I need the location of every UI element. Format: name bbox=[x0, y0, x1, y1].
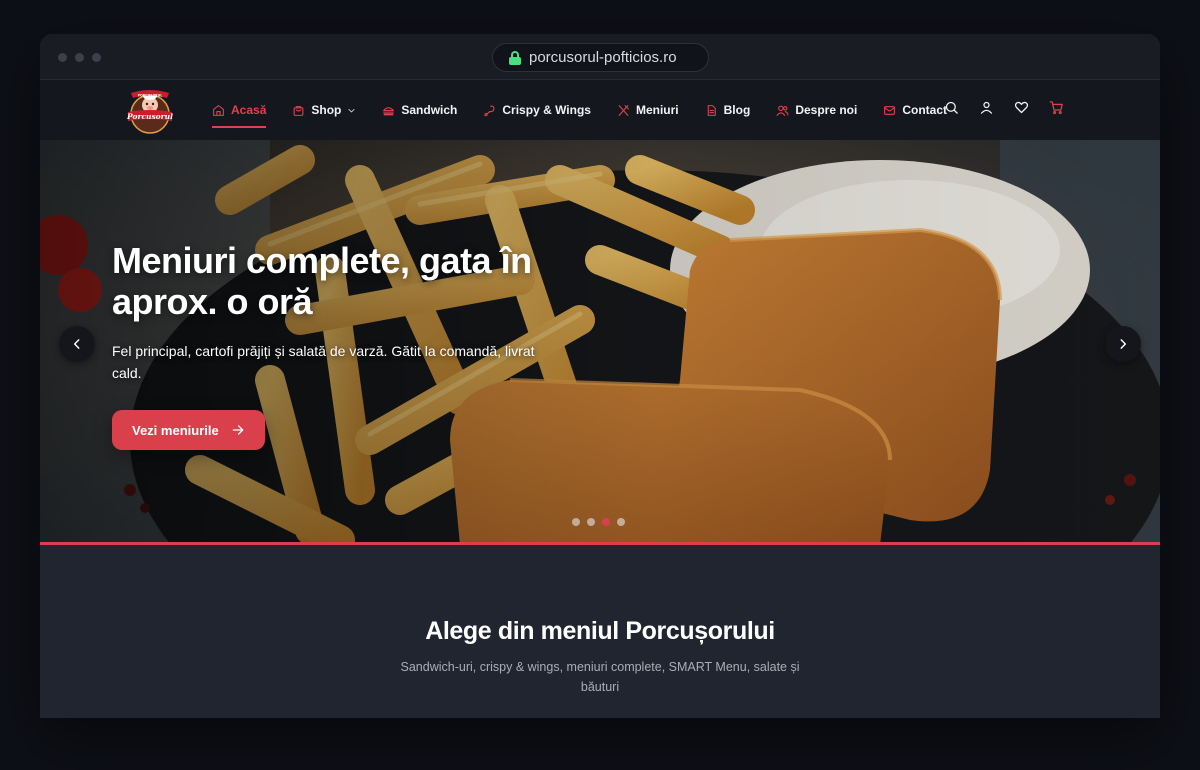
slider-dot-active[interactable] bbox=[602, 518, 610, 526]
view-menus-button[interactable]: Vezi meniurile bbox=[112, 410, 265, 450]
slider-dot[interactable] bbox=[617, 518, 625, 526]
button-label: Vezi meniurile bbox=[132, 422, 219, 438]
nav-item-acasa[interactable]: Acasă bbox=[212, 80, 267, 140]
menu-intro-section: Alege din meniul Porcușorului Sandwich-u… bbox=[40, 545, 1160, 718]
mail-icon bbox=[884, 105, 896, 115]
slider-next-button[interactable] bbox=[1105, 326, 1141, 362]
header-actions bbox=[944, 80, 1064, 140]
nav-item-shop[interactable]: Shop bbox=[292, 80, 356, 140]
nav-item-contact[interactable]: Contact bbox=[883, 80, 947, 140]
svg-text:Porcusorul: Porcusorul bbox=[126, 112, 173, 121]
browser-titlebar: porcusorul-pofticios.ro bbox=[40, 34, 1160, 80]
slider-pagination bbox=[572, 518, 625, 526]
section-title: Alege din meniul Porcușorului bbox=[425, 617, 775, 645]
nav-label: Crispy & Wings bbox=[502, 103, 591, 117]
slider-dot[interactable] bbox=[587, 518, 595, 526]
chevron-down-icon bbox=[348, 108, 355, 112]
nav-item-sandwich[interactable]: Sandwich bbox=[382, 80, 457, 140]
shopping-bag-icon bbox=[294, 105, 304, 116]
search-icon bbox=[945, 101, 958, 114]
url-text: porcusorul-pofticios.ro bbox=[529, 49, 677, 66]
nav-label: Despre noi bbox=[795, 103, 858, 117]
chevron-left-icon bbox=[73, 339, 80, 349]
hero-subtitle: Fel principal, cartofi prăjiți și salată… bbox=[112, 343, 535, 381]
sandwich-icon bbox=[383, 106, 395, 115]
wishlist-button[interactable] bbox=[1014, 100, 1029, 120]
nav-label: Contact bbox=[902, 103, 947, 117]
hero-title: Meniuri complete, gata în aprox. o oră bbox=[112, 240, 532, 322]
site-logo[interactable]: Porcusorul PORCUSORUL bbox=[126, 88, 174, 134]
nav-label: Sandwich bbox=[401, 103, 458, 117]
heart-icon bbox=[1014, 101, 1029, 114]
nav-item-meniuri[interactable]: Meniuri bbox=[617, 80, 679, 140]
home-icon bbox=[213, 104, 224, 116]
users-icon bbox=[776, 105, 789, 116]
nav-label: Blog bbox=[723, 103, 751, 117]
utensils-icon bbox=[618, 104, 629, 116]
cart-icon bbox=[1049, 101, 1063, 115]
nav-label: Meniuri bbox=[635, 103, 679, 117]
cart-button[interactable] bbox=[1049, 100, 1064, 120]
nav-item-despre-noi[interactable]: Despre noi bbox=[776, 80, 857, 140]
window-controls bbox=[58, 53, 101, 62]
svg-text:PORCUSORUL: PORCUSORUL bbox=[138, 94, 163, 98]
nav-item-crispy-wings[interactable]: Crispy & Wings bbox=[483, 80, 591, 140]
lock-icon bbox=[509, 50, 521, 65]
address-bar[interactable]: porcusorul-pofticios.ro bbox=[492, 43, 709, 72]
nav-item-blog[interactable]: Blog bbox=[705, 80, 751, 140]
chevron-right-icon bbox=[1120, 339, 1127, 349]
browser-window: porcusorul-pofticios.ro Porcusorul PORCU… bbox=[40, 34, 1160, 718]
search-button[interactable] bbox=[944, 100, 959, 120]
hero-bottom-border bbox=[40, 542, 1160, 545]
nav-label: Shop bbox=[311, 103, 342, 117]
drumstick-icon bbox=[484, 105, 495, 116]
window-dot[interactable] bbox=[92, 53, 101, 62]
hero-content: Meniuri complete, gata în aprox. o oră F… bbox=[112, 240, 552, 450]
account-button[interactable] bbox=[979, 100, 994, 120]
slider-prev-button[interactable] bbox=[59, 326, 95, 362]
arrow-right-icon bbox=[232, 425, 244, 435]
slider-dot[interactable] bbox=[572, 518, 580, 526]
hero-slider: Meniuri complete, gata în aprox. o oră F… bbox=[40, 140, 1160, 545]
main-navigation: Acasă Shop Sandwich Crispy & Wings Meniu… bbox=[212, 80, 973, 140]
nav-label: Acasă bbox=[231, 103, 267, 117]
document-icon bbox=[707, 104, 716, 116]
section-subtitle: Sandwich-uri, crispy & wings, meniuri co… bbox=[400, 660, 800, 694]
user-icon bbox=[980, 101, 993, 114]
window-dot[interactable] bbox=[75, 53, 84, 62]
site-header: Porcusorul PORCUSORUL Acasă Shop Sandwic… bbox=[40, 80, 1160, 140]
window-dot[interactable] bbox=[58, 53, 67, 62]
